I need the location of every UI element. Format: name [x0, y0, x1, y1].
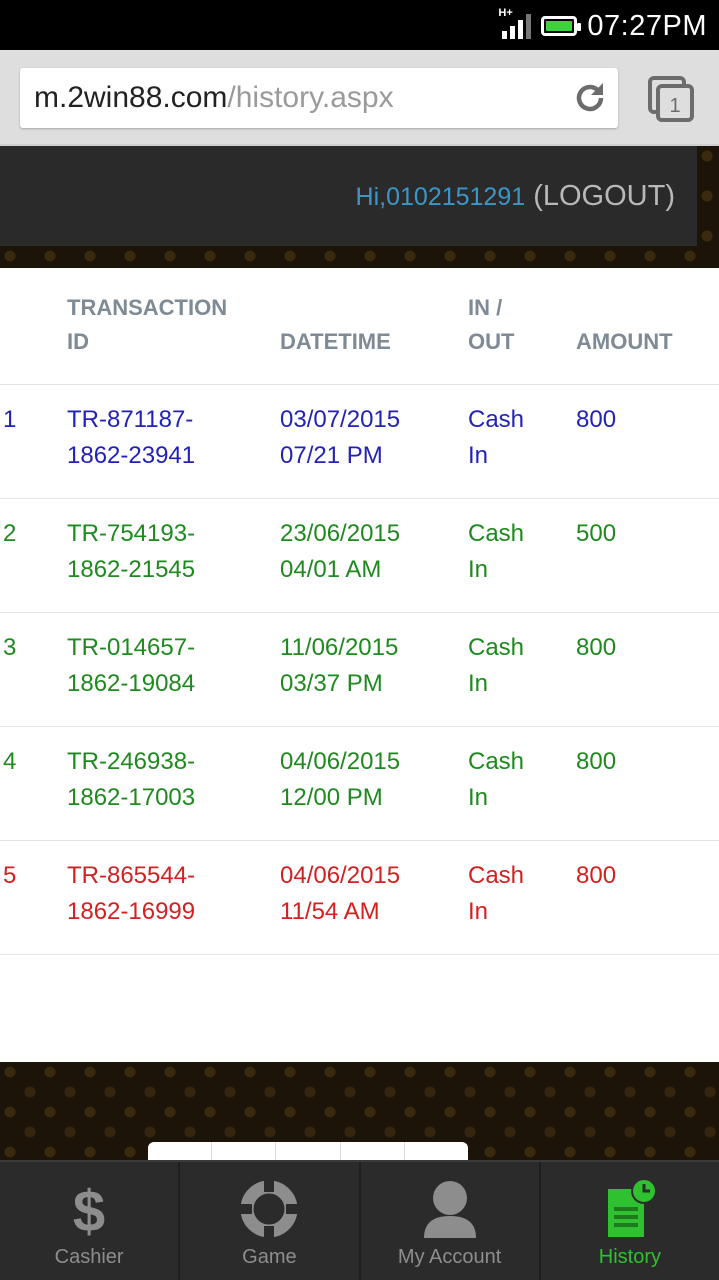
logout-link[interactable]: LOGOUT — [543, 180, 665, 212]
transaction-in-out: Cash In — [468, 520, 525, 583]
battery-icon — [541, 16, 582, 36]
background-pattern — [0, 246, 719, 268]
header-datetime: DATETIME — [280, 329, 391, 354]
bottom-nav: $ Cashier Game My Account History — [0, 1160, 719, 1280]
table-row: 3 TR-014657- 1862-19084 11/06/2015 03/37 PM C… — [0, 613, 719, 727]
background-pattern — [697, 146, 719, 246]
signal-icon: H+ — [498, 7, 532, 39]
transaction-amount: 800 — [576, 406, 617, 433]
transaction-amount: 800 — [576, 634, 617, 661]
transaction-id: TR-754193- 1862-21545 — [67, 520, 196, 583]
url-host: m.2win88.com — [34, 81, 228, 114]
transaction-datetime: 04/06/2015 11/54 AM — [280, 862, 401, 925]
nav-my-account[interactable]: My Account — [361, 1162, 541, 1280]
user-icon — [417, 1176, 483, 1242]
transaction-id: TR-865544- 1862-16999 — [67, 862, 196, 925]
table-row: 4 TR-246938- 1862-17003 04/06/2015 12/00 PM C… — [0, 727, 719, 841]
dollar-icon: $ — [56, 1176, 122, 1242]
header-transaction-id: TRANSACTION ID — [67, 295, 228, 354]
transaction-amount: 500 — [576, 520, 617, 547]
table-row: 1 TR-871187- 1862-23941 03/07/2015 07/21 PM C… — [0, 385, 719, 499]
transaction-id: TR-246938- 1862-17003 — [67, 748, 196, 811]
network-type: H+ — [498, 7, 513, 19]
table-row: 2 TR-754193- 1862-21545 23/06/2015 04/01 AM C… — [0, 499, 719, 613]
transaction-datetime: 11/06/2015 03/37 PM — [280, 634, 399, 697]
transaction-in-out: Cash In — [468, 634, 525, 697]
row-number: 3 — [3, 634, 17, 661]
transaction-datetime: 03/07/2015 07/21 PM — [280, 406, 401, 469]
nav-game[interactable]: Game — [180, 1162, 361, 1280]
browser-toolbar: m.2win88.com/history.aspx 1 — [0, 50, 719, 146]
row-number: 5 — [3, 862, 17, 889]
row-number: 4 — [3, 748, 17, 775]
url-path: /history.aspx — [227, 81, 394, 114]
transaction-amount: 800 — [576, 748, 617, 775]
svg-text:$: $ — [73, 1179, 105, 1239]
url-field[interactable]: m.2win88.com/history.aspx — [20, 68, 618, 128]
tab-count: 1 — [669, 95, 680, 117]
greeting-text: Hi,0102151291 — [355, 183, 526, 211]
transaction-amount: 800 — [576, 862, 617, 889]
history-icon — [597, 1176, 663, 1242]
site-header: Hi,0102151291 (LOGOUT) — [0, 146, 697, 246]
status-bar: H+ 07:27PM — [0, 0, 719, 50]
transaction-id: TR-014657- 1862-19084 — [67, 634, 196, 697]
game-icon — [236, 1176, 302, 1242]
transaction-table: TRANSACTION ID DATETIME IN / OUT AMOUNT … — [0, 268, 719, 1062]
table-row: 5 TR-865544- 1862-16999 04/06/2015 11/54 AM C… — [0, 841, 719, 955]
nav-cashier[interactable]: $ Cashier — [0, 1162, 181, 1280]
user-greeting: Hi,0102151291 (LOGOUT) — [355, 180, 675, 212]
transaction-datetime: 23/06/2015 04/01 AM — [280, 520, 401, 583]
transaction-in-out: Cash In — [468, 406, 525, 469]
header-amount: AMOUNT — [576, 329, 673, 354]
header-in-out: IN / OUT — [468, 295, 515, 354]
transaction-datetime: 04/06/2015 12/00 PM — [280, 748, 401, 811]
status-clock: 07:27PM — [587, 9, 707, 42]
nav-history[interactable]: History — [541, 1162, 719, 1280]
transaction-id: TR-871187- 1862-23941 — [67, 406, 196, 469]
row-number: 1 — [3, 406, 17, 433]
tabs-icon[interactable]: 1 — [648, 76, 694, 122]
row-number: 2 — [3, 520, 17, 547]
transaction-in-out: Cash In — [468, 862, 525, 925]
reload-icon[interactable] — [572, 80, 608, 116]
table-header: TRANSACTION ID DATETIME IN / OUT AMOUNT — [0, 268, 719, 385]
transaction-in-out: Cash In — [468, 748, 525, 811]
